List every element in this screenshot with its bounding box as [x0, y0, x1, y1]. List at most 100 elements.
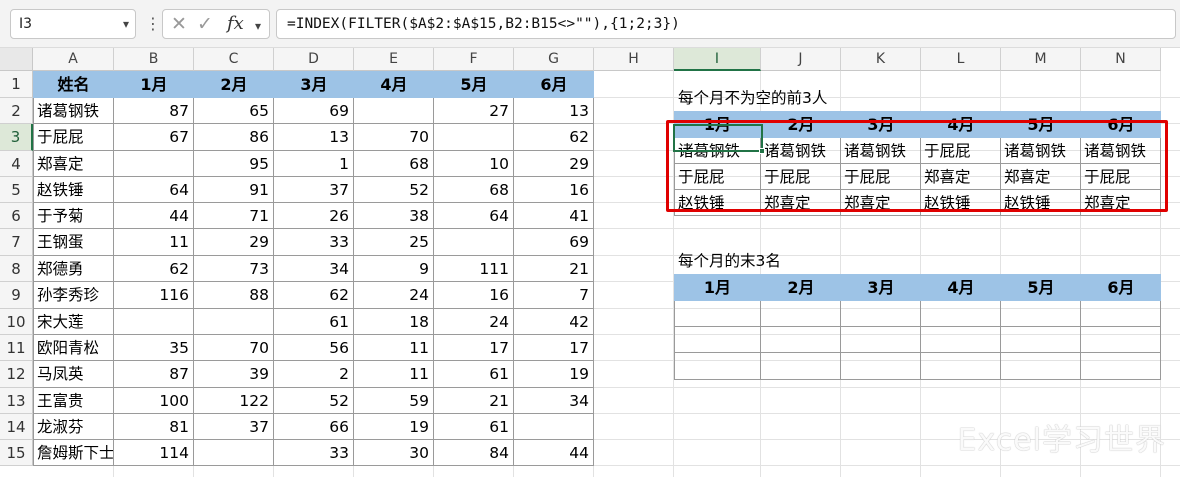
source-header-cell[interactable]: 6月 [514, 71, 594, 98]
source-header-cell[interactable]: 5月 [434, 71, 514, 98]
last3-result-cell[interactable] [1001, 327, 1081, 353]
name-cell[interactable]: 郑喜定 [33, 151, 114, 177]
last3-header-cell[interactable]: 6月 [1081, 274, 1161, 301]
value-cell[interactable]: 59 [354, 388, 434, 414]
value-cell[interactable]: 21 [514, 256, 594, 282]
name-cell[interactable]: 赵铁锤 [33, 177, 114, 203]
value-cell[interactable]: 19 [514, 361, 594, 388]
value-cell[interactable]: 17 [434, 335, 514, 361]
name-cell[interactable]: 宋大莲 [33, 309, 114, 335]
select-all-corner[interactable] [0, 48, 33, 71]
value-cell[interactable]: 95 [194, 151, 274, 177]
name-cell[interactable]: 孙李秀珍 [33, 282, 114, 309]
value-cell[interactable]: 66 [274, 414, 354, 440]
value-cell[interactable]: 69 [274, 98, 354, 124]
value-cell[interactable]: 114 [114, 440, 194, 466]
chevron-down-icon[interactable]: ▾ [255, 14, 261, 38]
column-header-K[interactable]: K [841, 48, 921, 71]
row-header-6[interactable]: 6 [0, 203, 33, 229]
column-header-G[interactable]: G [514, 48, 594, 71]
value-cell[interactable]: 41 [514, 203, 594, 229]
source-header-cell[interactable]: 4月 [354, 71, 434, 98]
row-header-8[interactable]: 8 [0, 256, 33, 282]
value-cell[interactable]: 62 [514, 124, 594, 151]
last3-result-cell[interactable] [921, 327, 1001, 353]
value-cell[interactable]: 27 [434, 98, 514, 124]
column-header-D[interactable]: D [274, 48, 354, 71]
value-cell[interactable]: 68 [434, 177, 514, 203]
insert-function-icon[interactable]: fx [227, 12, 244, 36]
last3-result-cell[interactable] [674, 301, 761, 327]
value-cell[interactable]: 16 [434, 282, 514, 309]
value-cell[interactable] [434, 229, 514, 256]
last3-header-cell[interactable]: 2月 [761, 274, 841, 301]
value-cell[interactable]: 10 [434, 151, 514, 177]
value-cell[interactable]: 61 [434, 361, 514, 388]
last3-result-cell[interactable] [1081, 353, 1161, 380]
column-header-H[interactable]: H [594, 48, 674, 71]
fill-handle[interactable] [759, 148, 765, 154]
value-cell[interactable] [514, 414, 594, 440]
value-cell[interactable]: 29 [514, 151, 594, 177]
source-header-cell[interactable]: 3月 [274, 71, 354, 98]
value-cell[interactable]: 52 [354, 177, 434, 203]
value-cell[interactable]: 111 [434, 256, 514, 282]
row-header-11[interactable]: 11 [0, 335, 33, 361]
column-header-L[interactable]: L [921, 48, 1001, 71]
source-header-cell[interactable]: 姓名 [33, 71, 114, 98]
value-cell[interactable]: 84 [434, 440, 514, 466]
worksheet-grid[interactable]: ABCDEFGHIJKLMN 1 2 3 4 5 6 7 8 9 10 11 12 13 14 15 姓名 1… [0, 48, 1180, 477]
last3-result-cell[interactable] [841, 327, 921, 353]
value-cell[interactable]: 70 [354, 124, 434, 151]
column-header-E[interactable]: E [354, 48, 434, 71]
column-header-M[interactable]: M [1001, 48, 1081, 71]
name-cell[interactable]: 欧阳青松 [33, 335, 114, 361]
column-header-B[interactable]: B [114, 48, 194, 71]
last3-result-cell[interactable] [841, 353, 921, 380]
value-cell[interactable]: 34 [514, 388, 594, 414]
value-cell[interactable]: 64 [114, 177, 194, 203]
value-cell[interactable]: 62 [274, 282, 354, 309]
name-box[interactable]: I3 ▾ [10, 9, 136, 39]
source-header-cell[interactable]: 1月 [114, 71, 194, 98]
value-cell[interactable] [194, 309, 274, 335]
column-header-J[interactable]: J [761, 48, 841, 71]
row-header-1[interactable]: 1 [0, 71, 33, 98]
value-cell[interactable] [194, 440, 274, 466]
value-cell[interactable]: 29 [194, 229, 274, 256]
value-cell[interactable]: 24 [434, 309, 514, 335]
row-header-10[interactable]: 10 [0, 309, 33, 335]
value-cell[interactable]: 18 [354, 309, 434, 335]
value-cell[interactable]: 44 [114, 203, 194, 229]
value-cell[interactable]: 9 [354, 256, 434, 282]
last3-result-cell[interactable] [761, 327, 841, 353]
top3-title[interactable]: 每个月不为空的前3人 [674, 85, 974, 111]
value-cell[interactable]: 38 [354, 203, 434, 229]
value-cell[interactable]: 11 [114, 229, 194, 256]
column-header-C[interactable]: C [194, 48, 274, 71]
value-cell[interactable]: 44 [514, 440, 594, 466]
value-cell[interactable]: 30 [354, 440, 434, 466]
row-header-7[interactable]: 7 [0, 229, 33, 256]
value-cell[interactable]: 68 [354, 151, 434, 177]
formula-input[interactable]: =INDEX(FILTER($A$2:$A$15,B2:B15<>""),{1;… [276, 9, 1176, 39]
last3-result-cell[interactable] [1001, 353, 1081, 380]
check-icon[interactable]: ✓ [197, 12, 213, 36]
name-cell[interactable]: 于予菊 [33, 203, 114, 229]
last3-result-cell[interactable] [921, 301, 1001, 327]
value-cell[interactable]: 1 [274, 151, 354, 177]
cancel-icon[interactable]: ✕ [171, 12, 187, 36]
value-cell[interactable]: 24 [354, 282, 434, 309]
value-cell[interactable] [114, 151, 194, 177]
last3-header-cell[interactable]: 3月 [841, 274, 921, 301]
value-cell[interactable]: 61 [434, 414, 514, 440]
value-cell[interactable]: 11 [354, 335, 434, 361]
last3-result-cell[interactable] [841, 301, 921, 327]
value-cell[interactable]: 37 [194, 414, 274, 440]
last3-result-cell[interactable] [761, 353, 841, 380]
row-header-9[interactable]: 9 [0, 282, 33, 309]
value-cell[interactable]: 81 [114, 414, 194, 440]
last3-header-cell[interactable]: 4月 [921, 274, 1001, 301]
column-header-N[interactable]: N [1081, 48, 1161, 71]
value-cell[interactable] [114, 309, 194, 335]
